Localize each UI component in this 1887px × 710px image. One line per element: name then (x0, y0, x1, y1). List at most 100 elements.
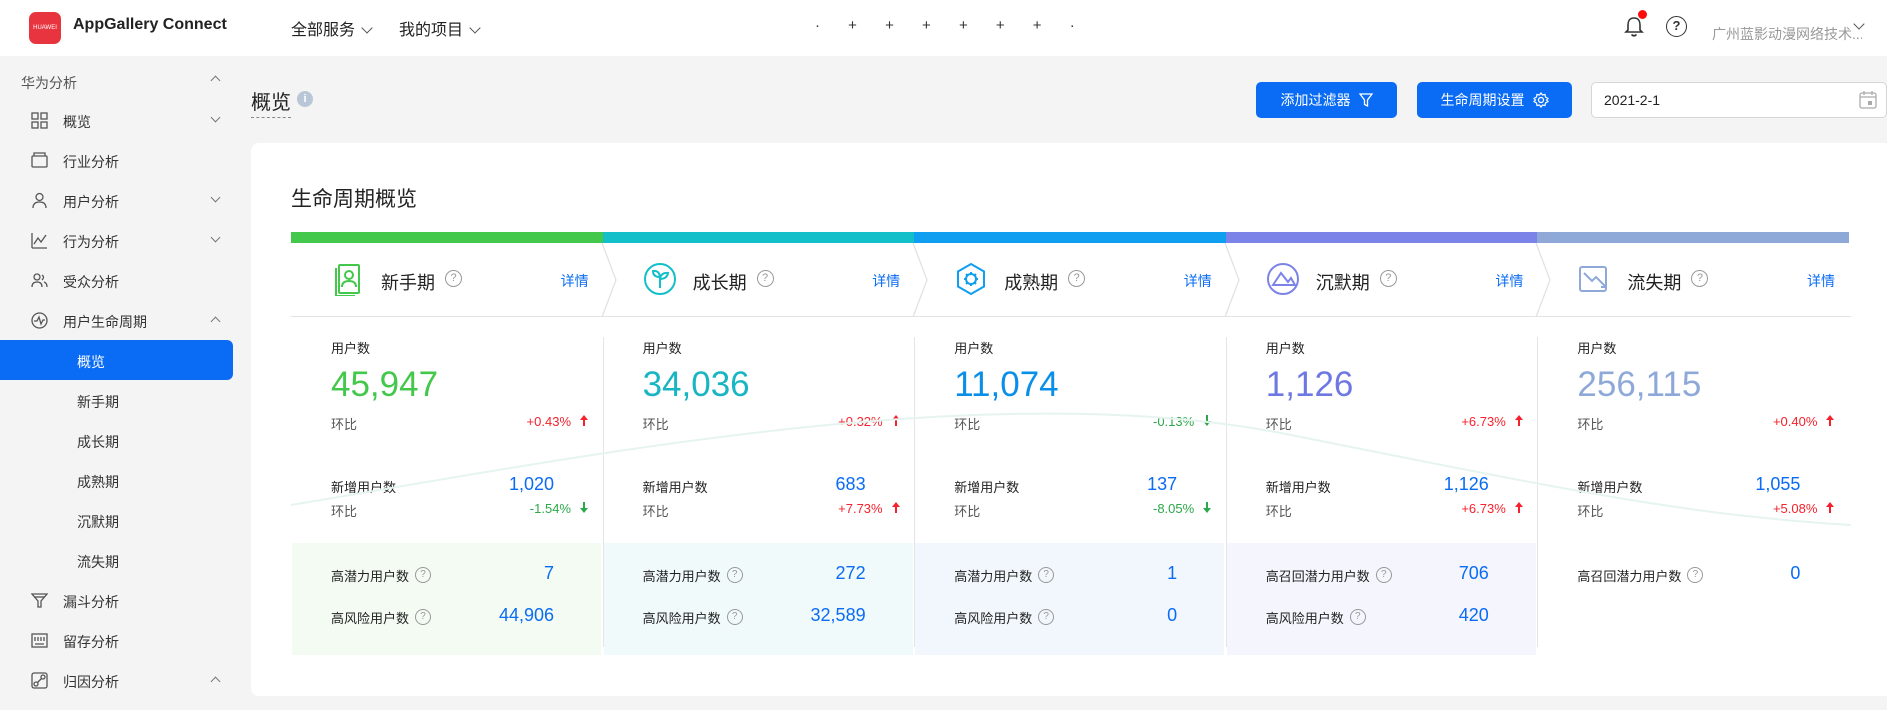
stage-name: 成长期 (692, 273, 747, 293)
sidebar-item-label: 留存分析 (63, 634, 119, 650)
sidebar-subitem-overview[interactable]: 概览 (0, 340, 233, 380)
arrow-up-icon (891, 414, 901, 427)
add-filter-button[interactable]: 添加过滤器 (1256, 82, 1397, 118)
sidebar-item-user-analysis[interactable]: 用户分析 (0, 180, 233, 220)
sidebar-item-audience[interactable]: 受众分析 (0, 260, 233, 300)
my-projects-menu[interactable]: 我的项目 (399, 16, 481, 40)
user-count-label: 用户数 (642, 341, 682, 356)
metric-value: 706 (1458, 563, 1489, 583)
help-icon[interactable]: ? (415, 567, 431, 583)
funnel-icon (31, 593, 48, 608)
arrow-down-icon (579, 501, 589, 514)
help-icon[interactable]: ? (726, 567, 743, 583)
new-users-value: 1,020 (508, 474, 554, 494)
stage-detail-link[interactable]: 详情 (872, 271, 900, 291)
sidebar-item-funnel[interactable]: 漏斗分析 (0, 580, 233, 620)
help-icon[interactable]: ? (1666, 16, 1687, 37)
user-count-value: 45,947 (331, 365, 439, 404)
user-icon (32, 192, 47, 209)
ratio-label: 环比 (1265, 417, 1292, 432)
new-ratio-value: +6.73% (1461, 501, 1506, 516)
sidebar-item-label: 用户生命周期 (63, 314, 147, 330)
sidebar-item-lifecycle[interactable]: 用户生命周期 (0, 300, 233, 340)
stage-column: 用户数 34,036 环比 +0.32% 新增用户数 683 环比 +7.73% 高潜力用户数?… (602, 317, 914, 657)
ratio-label: 环比 (642, 504, 669, 519)
user-ratio-value: +6.73% (1461, 414, 1506, 429)
sidebar-subitem-growth[interactable]: 成长期 (0, 420, 233, 460)
sidebar-item-label: 归因分析 (63, 674, 119, 690)
sidebar-subitem-mature[interactable]: 成熟期 (0, 460, 233, 500)
new-users-label: 新增用户数 (642, 480, 708, 495)
column-divider (1225, 337, 1227, 647)
metric-value: 32,589 (810, 605, 866, 625)
app-title[interactable]: AppGallery Connect (73, 16, 227, 34)
sidebar-item-attribution[interactable]: 归因分析 (0, 660, 233, 700)
stage-header: 成长期? 详情 (603, 243, 915, 317)
info-icon[interactable]: i (297, 91, 313, 107)
notification-badge (1638, 10, 1647, 19)
gear-icon (1532, 92, 1549, 108)
stage-name: 流失期 (1627, 273, 1682, 293)
ratio-label: 环比 (1577, 417, 1604, 432)
sidebar-item-retention[interactable]: 留存分析 (0, 620, 233, 660)
date-input[interactable]: 2021-2-1 (1591, 82, 1887, 118)
metric-value: 1 (1167, 563, 1178, 583)
lifecycle-icon (31, 312, 48, 329)
help-icon[interactable]: ? (445, 270, 462, 287)
new-ratio-value: +7.73% (838, 501, 883, 516)
sidebar-item-industry[interactable]: 行业分析 (0, 140, 233, 180)
metric-value: 44,906 (498, 605, 554, 625)
metric-label: 高风险用户数 (642, 611, 721, 626)
all-services-label: 全部服务 (291, 22, 356, 39)
stage-detail-link[interactable]: 详情 (1184, 271, 1212, 291)
user-count-label: 用户数 (331, 341, 371, 356)
sidebar-subitem-novice[interactable]: 新手期 (0, 380, 233, 420)
huawei-logo[interactable]: HUAWEI (29, 12, 61, 44)
metric-label: 高潜力用户数 (642, 569, 721, 584)
ratio-label: 环比 (954, 417, 981, 432)
chevron-down-icon (361, 22, 373, 34)
new-users-value: 137 (1147, 474, 1178, 494)
page-title: 概览 (251, 86, 291, 118)
stage-bottom-band (915, 543, 1225, 655)
calendar-icon[interactable] (1858, 90, 1878, 110)
help-icon[interactable]: ? (1691, 270, 1709, 287)
user-name[interactable]: 广州蓝影动漫网络技术... (1712, 24, 1862, 44)
help-icon[interactable]: ? (1349, 609, 1366, 625)
ratio-label: 环比 (954, 504, 981, 519)
stage-detail-link[interactable]: 详情 (1495, 271, 1523, 291)
sidebar-item-behavior[interactable]: 行为分析 (0, 220, 233, 260)
bell-icon[interactable] (1624, 16, 1644, 38)
chevron-up-icon (210, 676, 221, 687)
stage-icon (1579, 266, 1608, 292)
stage-color-bar (1537, 232, 1850, 243)
project-selector-placeholder[interactable]: · + + + + + + · (815, 17, 1087, 34)
user-ratio-value: +0.43% (526, 414, 571, 429)
help-icon[interactable]: ? (1379, 270, 1397, 287)
stage-color-bar (914, 232, 1227, 243)
help-icon[interactable]: ? (726, 609, 743, 625)
metric-value: 0 (1790, 563, 1801, 583)
help-icon[interactable]: ? (415, 609, 431, 625)
stage-detail-link[interactable]: 详情 (1807, 271, 1835, 291)
new-users-label: 新增用户数 (1577, 480, 1643, 495)
help-icon[interactable]: ? (1068, 270, 1086, 287)
sidebar-item-overview[interactable]: 概览 (0, 100, 233, 140)
arrow-down-icon (1202, 501, 1212, 514)
new-users-label: 新增用户数 (331, 480, 397, 495)
user-ratio-value: +0.40% (1772, 414, 1818, 429)
sidebar-subitem-silent[interactable]: 沉默期 (0, 500, 233, 540)
chevron-up-icon[interactable] (210, 75, 221, 86)
all-services-menu[interactable]: 全部服务 (291, 16, 373, 40)
stage-detail-link[interactable]: 详情 (561, 271, 589, 291)
sidebar-item-label: 受众分析 (63, 274, 119, 290)
lifecycle-settings-button[interactable]: 生命周期设置 (1417, 82, 1572, 118)
sidebar-subitem-churned[interactable]: 流失期 (0, 540, 233, 580)
help-icon[interactable]: ? (756, 270, 774, 287)
attribution-icon (31, 672, 48, 689)
sidebar-section-title[interactable]: 华为分析 (21, 73, 77, 93)
stage-color-bar (1225, 232, 1538, 243)
metric-label: 高风险用户数 (954, 611, 1033, 626)
add-filter-label: 添加过滤器 (1280, 92, 1351, 108)
stage-name: 成熟期 (1004, 273, 1059, 293)
